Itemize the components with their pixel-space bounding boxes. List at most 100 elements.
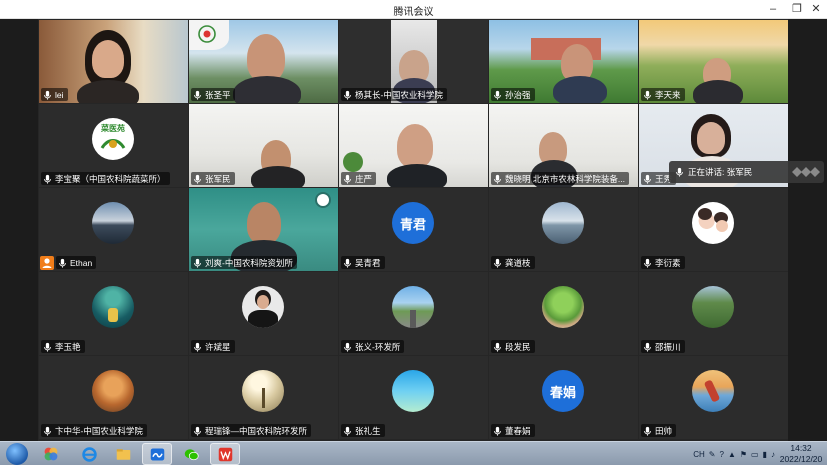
participant-name: 卞中华-中国农业科学院 <box>55 425 143 436</box>
participant-name: 刘爽-中国农科院资划所 <box>205 257 293 268</box>
window-title: 腾讯会议 <box>393 7 434 18</box>
video-grid: lei 张圣平 杨其长-中国农业科学院 孙治强 李天来 菜医苑 李宝聚（中国农科… <box>38 19 788 441</box>
video-tile[interactable]: 张军民 <box>189 104 338 187</box>
participant-avatar <box>542 202 584 244</box>
video-tile[interactable]: 龚道枝 <box>489 188 638 271</box>
video-tile[interactable]: 李天来 <box>639 20 788 103</box>
participant-name: Ethan <box>70 257 93 268</box>
video-tile[interactable]: 菜医苑 李宝聚（中国农科院蔬菜所） <box>39 104 188 187</box>
participant-name: 张圣平 <box>205 89 231 100</box>
system-clock[interactable]: 14:32 2022/12/20 <box>779 443 823 465</box>
video-tile[interactable]: 魏晓明 北京市农林科学院装备... <box>489 104 638 187</box>
internet-explorer-icon[interactable] <box>74 443 104 465</box>
input-language[interactable]: CH <box>693 450 705 459</box>
mic-icon <box>194 90 201 100</box>
tencent-meeting-window: 腾讯会议 – ❐ ✕ lei 张圣平 杨其长-中国农业科学院 孙治强 李天来 菜… <box>0 0 827 465</box>
participant-nameplate: 张礼生 <box>341 424 385 437</box>
volume-icon[interactable]: ♪ <box>771 450 775 459</box>
participant-name: 邵振川 <box>655 341 681 352</box>
video-tile[interactable]: 程瑞锋—中国农科院环发所 <box>189 356 338 439</box>
mic-icon <box>194 426 201 436</box>
participant-nameplate: 刘爽-中国农科院资划所 <box>191 256 297 269</box>
participant-name: 张军民 <box>205 173 231 184</box>
institution-logo-icon <box>315 192 331 208</box>
host-badge-icon <box>40 256 54 270</box>
participant-name: 张礼生 <box>355 425 381 436</box>
mic-icon <box>644 426 651 436</box>
mic-icon <box>194 258 201 268</box>
video-tile[interactable]: 春娟 董春娟 <box>489 356 638 439</box>
video-tile[interactable]: 张礼生 <box>339 356 488 439</box>
participant-avatar: 春娟 <box>542 370 584 412</box>
participant-nameplate: 董春娟 <box>491 424 535 437</box>
video-tile[interactable]: 卞中华-中国农业科学院 <box>39 356 188 439</box>
minimize-button[interactable]: – <box>762 1 784 18</box>
video-tile[interactable]: 张圣平 <box>189 20 338 103</box>
video-tile[interactable]: 孙治强 <box>489 20 638 103</box>
participant-nameplate: 段发民 <box>491 340 535 353</box>
participant-nameplate: 李玉艳 <box>41 340 85 353</box>
mic-icon <box>194 174 201 184</box>
title-bar: 腾讯会议 – ❐ ✕ <box>0 0 827 19</box>
speaking-text: 正在讲话: 张军民 <box>688 167 753 177</box>
institution-logo <box>189 20 229 50</box>
action-center-icon[interactable]: ⚑ <box>740 450 747 459</box>
network-icon[interactable]: ▮ <box>763 450 767 459</box>
participant-name: 田帅 <box>655 425 673 436</box>
mic-icon <box>344 174 351 184</box>
file-explorer-icon[interactable] <box>108 443 138 465</box>
video-tile[interactable]: 青君 吴青君 <box>339 188 488 271</box>
video-tile[interactable]: 段发民 <box>489 272 638 355</box>
participant-nameplate: 李衍素 <box>641 256 685 269</box>
participant-nameplate: lei <box>41 88 68 101</box>
help-icon[interactable]: ? <box>719 450 723 459</box>
tencent-meeting-taskbar-icon[interactable] <box>142 443 172 465</box>
participant-avatar <box>92 286 134 328</box>
participant-avatar: 青君 <box>392 202 434 244</box>
participant-nameplate: 魏晓明 北京市农林科学院装备... <box>491 172 629 185</box>
video-tile[interactable]: 刘爽-中国农科院资划所 <box>189 188 338 271</box>
participant-name: 许斌星 <box>205 341 231 352</box>
video-tile[interactable]: Ethan <box>39 188 188 271</box>
video-tile[interactable]: 庄严 <box>339 104 488 187</box>
participant-avatar <box>392 370 434 412</box>
video-tile[interactable]: 田帅 <box>639 356 788 439</box>
participant-name: 孙治强 <box>505 89 531 100</box>
participant-nameplate: Ethan <box>56 256 97 269</box>
mic-icon <box>494 90 501 100</box>
video-tile[interactable]: 邵振川 <box>639 272 788 355</box>
video-tile[interactable]: lei <box>39 20 188 103</box>
participant-nameplate: 李天来 <box>641 88 685 101</box>
participant-avatar <box>692 286 734 328</box>
participant-nameplate: 张义-环发所 <box>341 340 405 353</box>
tray-expand-icon[interactable]: ▲ <box>728 450 736 459</box>
video-tile[interactable]: 李衍素 <box>639 188 788 271</box>
participant-nameplate: 孙治强 <box>491 88 535 101</box>
participant-name: 庄严 <box>355 173 373 184</box>
video-tile[interactable]: 张义-环发所 <box>339 272 488 355</box>
mic-icon <box>644 342 651 352</box>
app-pinwheel-icon[interactable] <box>36 443 66 465</box>
system-tray: CH ✎ ? ▲ ⚑ ▭ ▮ ♪ <box>691 442 777 465</box>
start-button[interactable] <box>6 443 28 465</box>
participant-avatar <box>692 202 734 244</box>
display-icon[interactable]: ▭ <box>751 450 759 459</box>
video-tile[interactable]: 杨其长-中国农业科学院 <box>339 20 488 103</box>
mic-icon <box>494 342 501 352</box>
wechat-icon[interactable] <box>176 443 206 465</box>
mic-icon <box>59 258 66 268</box>
participant-nameplate: 卞中华-中国农业科学院 <box>41 424 147 437</box>
speaker-mic-icon <box>676 167 683 177</box>
participant-nameplate: 许斌星 <box>191 340 235 353</box>
ime-icon[interactable]: ✎ <box>709 450 716 459</box>
video-tile[interactable]: 李玉艳 <box>39 272 188 355</box>
close-button[interactable]: ✕ <box>805 1 827 18</box>
speaking-indicator: 正在讲话: 张军民 <box>669 161 824 183</box>
mic-icon <box>344 342 351 352</box>
mic-icon <box>644 90 651 100</box>
video-tile[interactable]: 许斌星 <box>189 272 338 355</box>
audio-wave-icon <box>792 167 820 177</box>
wps-office-icon[interactable] <box>210 443 240 465</box>
clock-date: 2022/12/20 <box>779 454 823 464</box>
participant-avatar <box>242 286 284 328</box>
